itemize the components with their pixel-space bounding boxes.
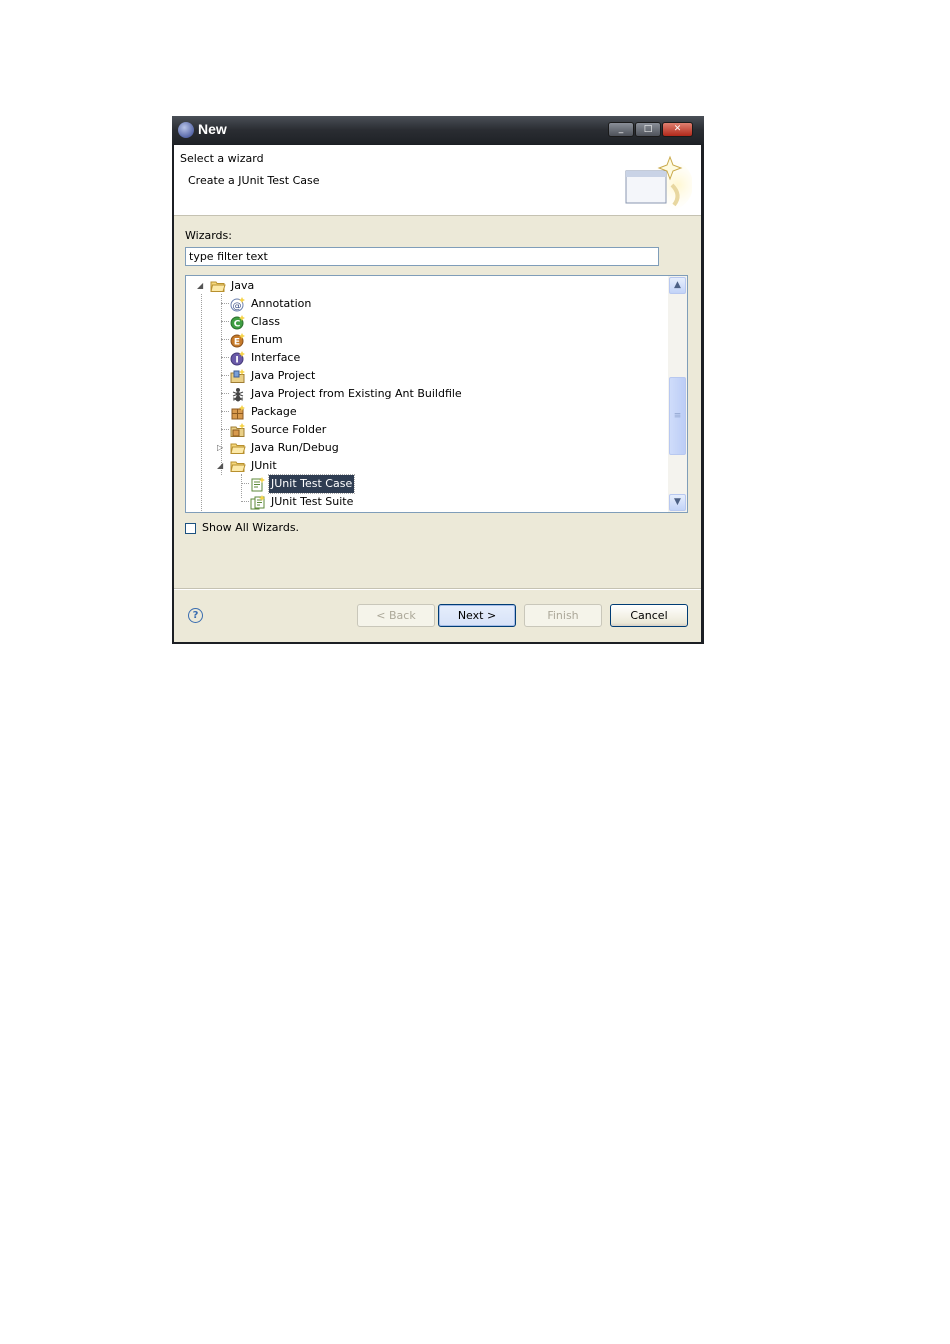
next-button[interactable]: Next > <box>438 604 516 627</box>
tree-item-label: Java Project <box>251 369 316 382</box>
tree-item-java-run-debug[interactable]: ▷ Java Run/Debug <box>186 439 666 457</box>
help-icon[interactable]: ? <box>188 608 203 623</box>
dialog-content: Select a wizard Create a JUnit Test Case… <box>174 145 701 642</box>
tree-item-java[interactable]: ◢ Java <box>186 277 666 295</box>
collapse-toggle-icon[interactable]: ▷ <box>217 444 225 452</box>
junit-test-case-icon <box>251 477 265 492</box>
package-icon <box>231 405 245 420</box>
close-button[interactable]: ✕ <box>662 122 693 137</box>
svg-text:C: C <box>234 320 241 330</box>
maximize-button[interactable]: □ <box>635 122 661 137</box>
tree-item-label: Java Run/Debug <box>251 441 339 454</box>
tree-item-label: Class <box>251 315 280 328</box>
source-folder-icon <box>230 423 245 437</box>
tree-item-source-folder[interactable]: Source Folder <box>186 421 666 439</box>
interface-icon: I <box>230 351 245 366</box>
tree-item-label: Java <box>231 279 255 292</box>
tree-item-java-project[interactable]: Java Project <box>186 367 666 385</box>
tree-item-label: JUnit Test Suite <box>271 495 354 508</box>
tree-item-label: JUnit <box>251 459 277 472</box>
button-bar-separator <box>174 588 701 590</box>
tree-item-ant-project[interactable]: Java Project from Existing Ant Buildfile <box>186 385 666 403</box>
tree-item-class[interactable]: C Class <box>186 313 666 331</box>
java-project-icon <box>230 369 245 383</box>
tree-item-interface[interactable]: I Interface <box>186 349 666 367</box>
enum-icon: E <box>230 333 245 348</box>
wizard-tree[interactable]: ◢ Java @ Annotation C Class E Enum I Int… <box>185 275 688 513</box>
tree-item-package[interactable]: Package <box>186 403 666 421</box>
wizard-header: Select a wizard Create a JUnit Test Case <box>174 145 701 216</box>
tree-item-enum[interactable]: E Enum <box>186 331 666 349</box>
finish-button[interactable]: Finish <box>524 604 602 627</box>
wizards-label: Wizards: <box>185 229 232 242</box>
ant-icon <box>232 388 244 402</box>
scroll-up-button[interactable]: ▲ <box>669 277 686 294</box>
class-icon: C <box>230 315 245 330</box>
minimize-button[interactable]: _ <box>608 122 634 137</box>
folder-open-icon <box>210 281 226 292</box>
show-all-checkbox[interactable] <box>185 523 196 534</box>
scroll-down-button[interactable]: ▼ <box>669 494 686 511</box>
title-bar[interactable]: New _ □ ✕ <box>172 116 704 144</box>
expand-toggle-icon[interactable]: ◢ <box>217 462 225 470</box>
scroll-thumb[interactable]: ≡ <box>669 377 686 455</box>
svg-text:@: @ <box>233 302 242 312</box>
tree-item-label: Package <box>251 405 297 418</box>
tree-item-junit-test-case[interactable]: JUnit Test Case <box>186 474 666 494</box>
new-wizard-dialog: New _ □ ✕ Select a wizard Create a JUnit… <box>172 116 704 644</box>
tree-item-junit-test-suite[interactable]: JUnit Test Suite <box>186 493 666 511</box>
folder-open-icon <box>230 461 246 472</box>
svg-text:I: I <box>235 356 238 366</box>
junit-test-suite-icon <box>250 495 265 510</box>
window-title: New <box>198 121 227 137</box>
tree-item-label: Annotation <box>251 297 312 310</box>
header-title: Select a wizard <box>180 152 264 165</box>
tree-item-label: Interface <box>251 351 301 364</box>
tree-item-label: Enum <box>251 333 283 346</box>
back-button[interactable]: < Back <box>357 604 435 627</box>
filter-input[interactable] <box>185 247 659 266</box>
header-message: Create a JUnit Test Case <box>188 174 320 187</box>
tree-item-label: Source Folder <box>251 423 327 436</box>
cancel-button[interactable]: Cancel <box>610 604 688 627</box>
show-all-label: Show All Wizards. <box>202 521 300 534</box>
folder-open-icon <box>230 443 246 454</box>
eclipse-icon <box>178 122 194 138</box>
svg-text:E: E <box>234 338 240 348</box>
tree-item-junit[interactable]: ◢ JUnit <box>186 457 666 475</box>
vertical-scrollbar[interactable]: ▲ ≡ ▼ <box>668 276 687 512</box>
new-wizard-banner-icon <box>625 155 692 211</box>
tree-item-label: Java Project from Existing Ant Buildfile <box>251 387 462 400</box>
tree-item-label: JUnit Test Case <box>267 474 356 494</box>
annotation-icon: @ <box>230 297 245 312</box>
expand-toggle-icon[interactable]: ◢ <box>197 282 205 290</box>
tree-item-annotation[interactable]: @ Annotation <box>186 295 666 313</box>
